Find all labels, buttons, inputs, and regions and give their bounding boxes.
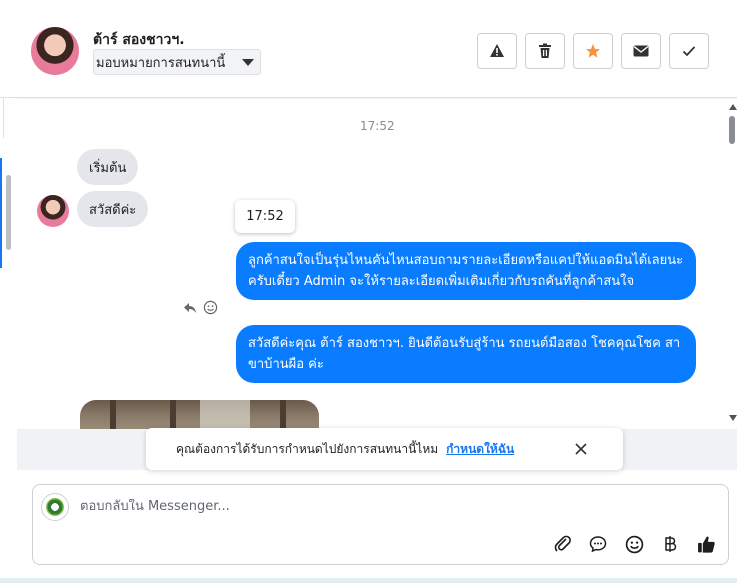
attach-button[interactable] — [552, 533, 574, 555]
page-avatar — [41, 493, 69, 521]
warning-icon — [490, 44, 504, 57]
reply-input[interactable] — [80, 499, 580, 514]
image-attachment[interactable] — [80, 400, 319, 429]
message-time-tooltip: 17:52 — [235, 200, 295, 233]
close-icon[interactable] — [573, 441, 589, 457]
trash-icon — [539, 43, 551, 58]
assign-dropdown-label: มอบหมายการสนทนานี้ — [96, 55, 226, 71]
incoming-message[interactable]: เริ่มต้น — [77, 149, 139, 185]
sender-avatar — [37, 195, 69, 227]
assign-dropdown[interactable]: มอบหมายการสนทนานี้ — [93, 49, 261, 75]
emoji-button[interactable] — [623, 533, 645, 555]
star-icon — [586, 44, 600, 58]
reply-composer[interactable] — [32, 484, 729, 565]
scrollbar-thumb[interactable] — [729, 116, 735, 144]
payment-button[interactable] — [659, 533, 681, 555]
warning-button[interactable] — [477, 33, 517, 69]
message-actions — [183, 300, 218, 315]
thumbs-up-icon — [697, 536, 715, 553]
scroll-up-arrow-icon[interactable] — [729, 104, 737, 110]
outgoing-message[interactable]: ลูกค้าสนใจเป็นรุ่นไหนคันไหนสอบถามรายละเอ… — [236, 242, 696, 300]
contact-name[interactable]: ต้าร์ สองชาวฯ. — [93, 29, 185, 51]
baht-icon — [665, 536, 677, 552]
envelope-icon — [633, 45, 649, 57]
thread-scrollbar[interactable] — [726, 99, 737, 429]
done-button[interactable] — [669, 33, 709, 69]
delete-button[interactable] — [525, 33, 565, 69]
mail-button[interactable] — [621, 33, 661, 69]
emoji-icon — [625, 535, 643, 553]
check-icon — [682, 46, 696, 57]
left-selection-indicator — [0, 158, 2, 268]
assign-prompt-text: คุณต้องการได้รับการกำหนดไปยังการสนทนานี้… — [176, 441, 439, 456]
contact-avatar[interactable] — [31, 27, 79, 75]
like-button[interactable] — [695, 533, 717, 555]
paperclip-icon — [554, 535, 571, 552]
left-panel-edge — [0, 98, 17, 578]
star-button[interactable] — [573, 33, 613, 69]
incoming-message[interactable]: สวัสดีค่ะ — [77, 191, 149, 227]
scroll-down-arrow-icon[interactable] — [729, 415, 737, 421]
caret-down-icon — [242, 59, 254, 66]
saved-replies-button[interactable] — [587, 533, 609, 555]
conversation-header: ต้าร์ สองชาวฯ. มอบหมายการสนทนานี้ — [0, 0, 737, 98]
assign-prompt-banner: คุณต้องการได้รับการกำหนดไปยังการสนทนานี้… — [146, 428, 623, 470]
message-thread: 17:52 เริ่มต้น สวัสดีค่ะ 17:52 ลูกค้าสนใ… — [17, 99, 737, 429]
thread-timestamp: 17:52 — [360, 119, 395, 133]
bottom-edge — [0, 578, 737, 583]
left-panel-divider — [0, 98, 4, 138]
chat-bubble-icon — [589, 536, 607, 553]
reply-icon[interactable] — [183, 302, 197, 314]
assign-to-me-link[interactable]: กำหนดให้ฉัน — [446, 440, 514, 459]
react-emoji-icon[interactable] — [203, 300, 218, 315]
outgoing-message[interactable]: สวัสดีค่ะคุณ ต้าร์ สองชาวฯ. ยินดีต้อนรับ… — [236, 325, 696, 383]
left-scrollbar[interactable] — [6, 175, 11, 250]
